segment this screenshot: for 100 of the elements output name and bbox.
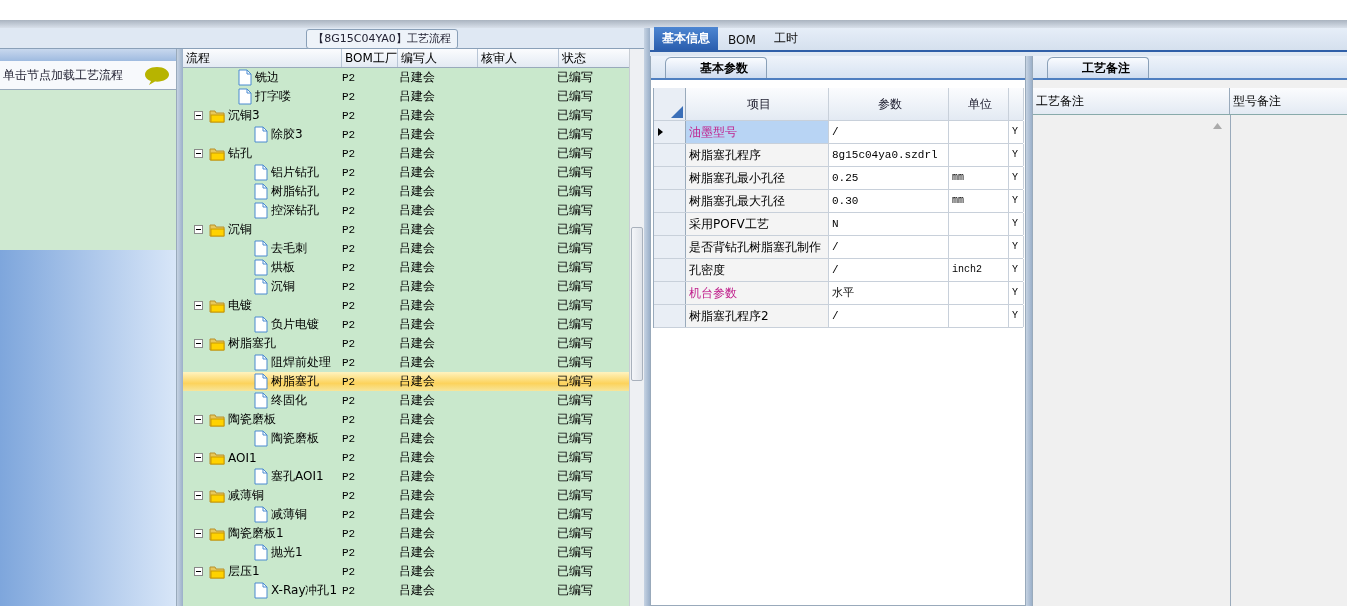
collapse-icon[interactable]: [194, 529, 203, 538]
collapse-icon[interactable]: [194, 567, 203, 576]
collapse-icon[interactable]: [194, 415, 203, 424]
column-header[interactable]: 单位: [949, 88, 1009, 120]
factory-cell-text: P2: [341, 90, 357, 103]
step-name: AOI1: [228, 450, 257, 465]
factory-cell-text: P2: [341, 128, 357, 141]
row-header[interactable]: [654, 121, 686, 143]
item-cell: 树脂塞孔最大孔径: [686, 190, 829, 212]
tree-row[interactable]: 陶瓷磨板 P2 吕建会 已编写: [183, 410, 629, 429]
status-cell-text: 已编写: [556, 278, 594, 295]
factory-cell-text: P2: [341, 337, 357, 350]
grid-row[interactable]: 油墨型号 / Y: [654, 121, 1023, 144]
status-cell-text: 已编写: [556, 392, 594, 409]
factory-cell-text: P2: [341, 147, 357, 160]
collapse-icon[interactable]: [194, 225, 203, 234]
tree-row[interactable]: 层压1 P2 吕建会 已编写: [183, 562, 629, 581]
writer-cell-text: 吕建会: [398, 525, 436, 542]
tree-row[interactable]: 塞孔AOI1 P2 吕建会 已编写: [183, 467, 629, 486]
column-header[interactable]: 工艺备注: [1033, 88, 1230, 114]
status-cell-text: 已编写: [556, 449, 594, 466]
tree-row[interactable]: 去毛刺 P2 吕建会 已编写: [183, 239, 629, 258]
step-name: 负片电镀: [271, 316, 319, 333]
scrollbar[interactable]: [629, 49, 644, 606]
factory-cell-text: P2: [341, 375, 357, 388]
tree-row[interactable]: 树脂塞孔 P2 吕建会 已编写: [183, 334, 629, 353]
document-icon: [238, 69, 252, 86]
column-header[interactable]: 流程: [183, 49, 342, 67]
step-name: 层压1: [228, 563, 260, 580]
tree-row[interactable]: 沉铜3 P2 吕建会 已编写: [183, 106, 629, 125]
tree-row[interactable]: 树脂塞孔 P2 吕建会 已编写: [183, 372, 629, 391]
status-cell-text: 已编写: [556, 316, 594, 333]
tab[interactable]: 基本参数: [665, 57, 767, 78]
factory-cell-text: P2: [341, 489, 357, 502]
document-icon: [254, 259, 268, 276]
tree-row[interactable]: 陶瓷磨板 P2 吕建会 已编写: [183, 429, 629, 448]
tree-row[interactable]: 抛光1 P2 吕建会 已编写: [183, 543, 629, 562]
grid-row[interactable]: 树脂塞孔程序2 / Y: [654, 305, 1023, 328]
document-icon: [254, 582, 268, 599]
column-header[interactable]: BOM工厂: [342, 49, 398, 67]
column-header[interactable]: 项目: [686, 88, 829, 120]
collapse-icon[interactable]: [194, 149, 203, 158]
grid-row[interactable]: 树脂塞孔最大孔径 0.30 mm Y: [654, 190, 1023, 213]
status-cell-text: 已编写: [556, 354, 594, 371]
writer-cell-text: 吕建会: [398, 240, 436, 257]
tree-row[interactable]: 铝片钻孔 P2 吕建会 已编写: [183, 163, 629, 182]
collapse-icon[interactable]: [194, 339, 203, 348]
tree-row[interactable]: 控深钻孔 P2 吕建会 已编写: [183, 201, 629, 220]
tree-row[interactable]: AOI1 P2 吕建会 已编写: [183, 448, 629, 467]
grid-row[interactable]: 孔密度 / inch2 Y: [654, 259, 1023, 282]
grid-row[interactable]: 树脂塞孔程序 8g15c04ya0.szdrl Y: [654, 144, 1023, 167]
tree-row[interactable]: 电镀 P2 吕建会 已编写: [183, 296, 629, 315]
flag-cell: Y: [1009, 236, 1024, 258]
column-header[interactable]: 参数: [829, 88, 949, 120]
folder-icon: [209, 108, 225, 123]
collapse-icon[interactable]: [194, 491, 203, 500]
step-name: 钻孔: [228, 145, 252, 162]
collapse-icon[interactable]: [194, 301, 203, 310]
value-cell: /: [829, 305, 949, 327]
tree-row[interactable]: 打字喽 P2 吕建会 已编写: [183, 87, 629, 106]
collapse-icon[interactable]: [194, 453, 203, 462]
column-header[interactable]: 编写人: [398, 49, 478, 67]
writer-cell-text: 吕建会: [398, 164, 436, 181]
grid-row[interactable]: 采用POFV工艺 N Y: [654, 213, 1023, 236]
tab[interactable]: 基本信息: [654, 27, 718, 50]
document-icon: [254, 392, 268, 409]
tree-row[interactable]: 烘板 P2 吕建会 已编写: [183, 258, 629, 277]
grid-row[interactable]: 树脂塞孔最小孔径 0.25 mm Y: [654, 167, 1023, 190]
tree-row[interactable]: 负片电镀 P2 吕建会 已编写: [183, 315, 629, 334]
tree-row[interactable]: 终固化 P2 吕建会 已编写: [183, 391, 629, 410]
column-header[interactable]: 型号备注: [1230, 88, 1347, 114]
document-icon: [254, 183, 268, 200]
tab[interactable]: 工时: [765, 27, 806, 50]
value-cell: /: [829, 259, 949, 281]
tree-row[interactable]: 减薄铜 P2 吕建会 已编写: [183, 486, 629, 505]
tree-row[interactable]: 沉铜 P2 吕建会 已编写: [183, 277, 629, 296]
tree-row[interactable]: 沉铜 P2 吕建会 已编写: [183, 220, 629, 239]
collapse-icon[interactable]: [194, 111, 203, 120]
tree-row[interactable]: 减薄铜 P2 吕建会 已编写: [183, 505, 629, 524]
column-header[interactable]: 核审人: [478, 49, 559, 67]
tree-row[interactable]: 陶瓷磨板1 P2 吕建会 已编写: [183, 524, 629, 543]
tree-row[interactable]: 除胶3 P2 吕建会 已编写: [183, 125, 629, 144]
folder-icon: [209, 336, 225, 351]
tree-row[interactable]: 钻孔 P2 吕建会 已编写: [183, 144, 629, 163]
writer-cell-text: 吕建会: [398, 202, 436, 219]
grid-row[interactable]: 是否背钻孔树脂塞孔制作 / Y: [654, 236, 1023, 259]
status-cell-text: 已编写: [556, 411, 594, 428]
tab[interactable]: 工艺备注: [1047, 57, 1149, 78]
tree-row[interactable]: 铣边 P2 吕建会 已编写: [183, 68, 629, 87]
folder-icon: [209, 412, 225, 427]
step-name: X-Ray冲孔1: [271, 582, 338, 599]
folder-icon: [209, 450, 225, 465]
tree-row[interactable]: 阻焊前处理 P2 吕建会 已编写: [183, 353, 629, 372]
value-cell: 0.30: [829, 190, 949, 212]
step-name: 去毛刺: [271, 240, 307, 257]
tab[interactable]: BOM: [720, 30, 764, 50]
step-name: 陶瓷磨板: [271, 430, 319, 447]
tree-row[interactable]: 树脂钻孔 P2 吕建会 已编写: [183, 182, 629, 201]
grid-row[interactable]: 机台参数 水平 Y: [654, 282, 1023, 305]
tree-row[interactable]: X-Ray冲孔1 P2 吕建会 已编写: [183, 581, 629, 600]
